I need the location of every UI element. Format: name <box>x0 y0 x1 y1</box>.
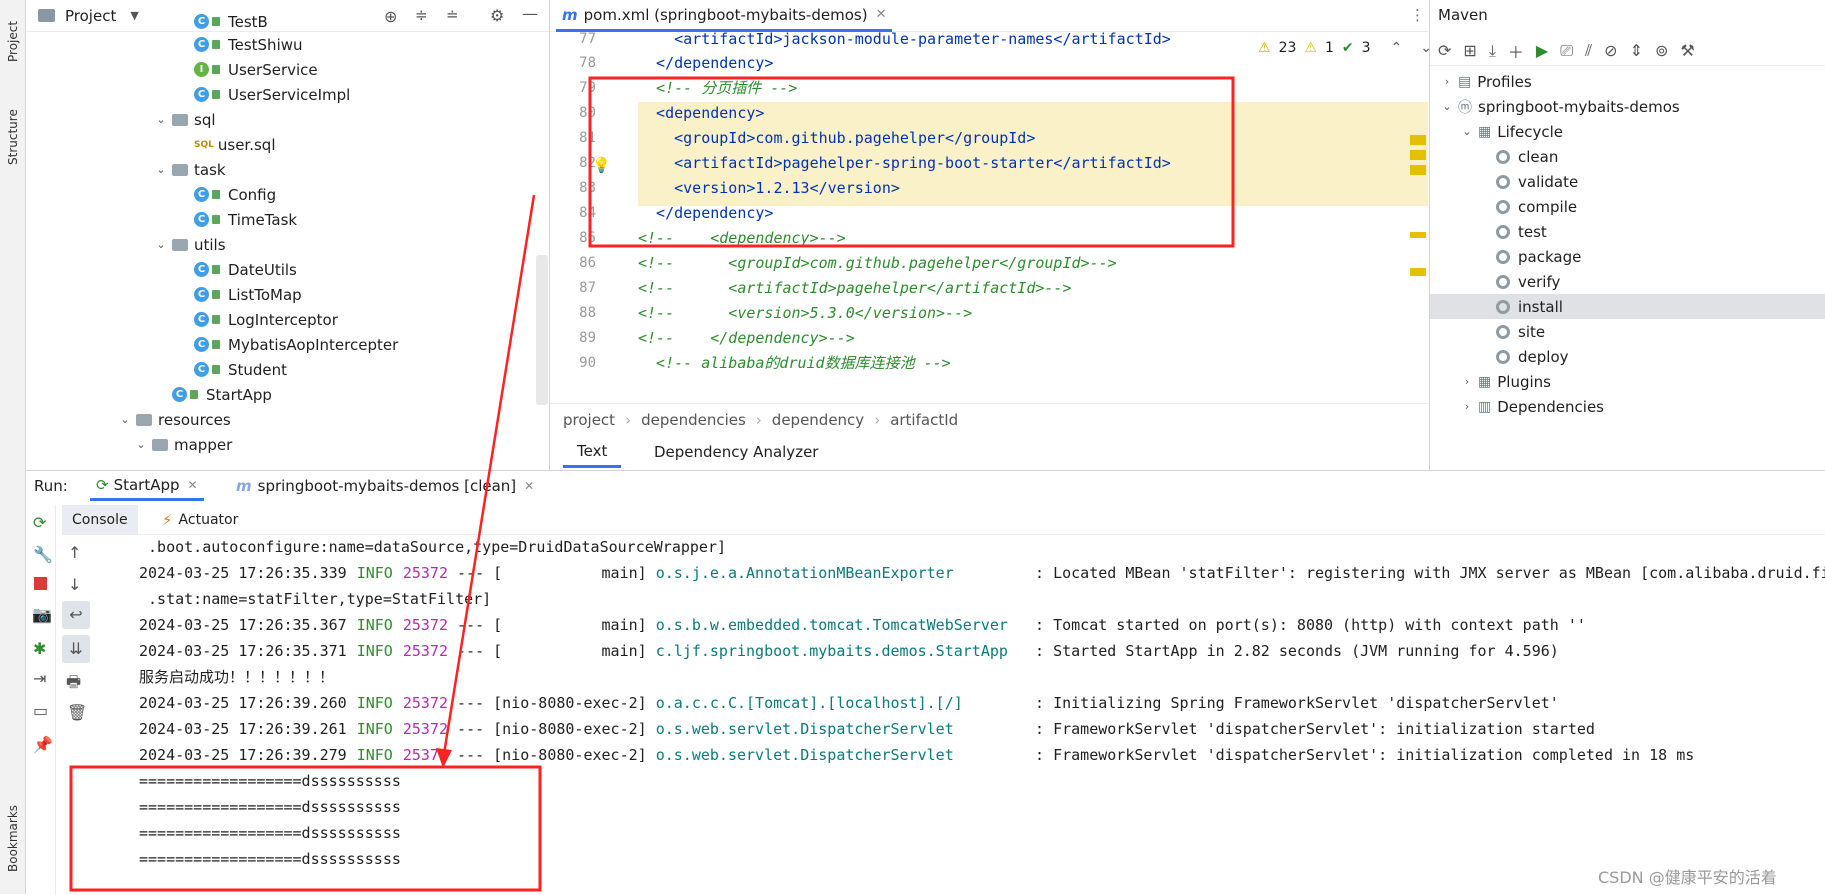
red-highlight-box <box>69 765 542 892</box>
red-highlight-box <box>588 76 1235 248</box>
watermark: CSDN @健康平安的活着 <box>1598 868 1777 887</box>
red-arrow-head <box>436 748 452 768</box>
red-arrow-line <box>441 194 536 761</box>
annotation-overlay <box>69 76 1235 892</box>
